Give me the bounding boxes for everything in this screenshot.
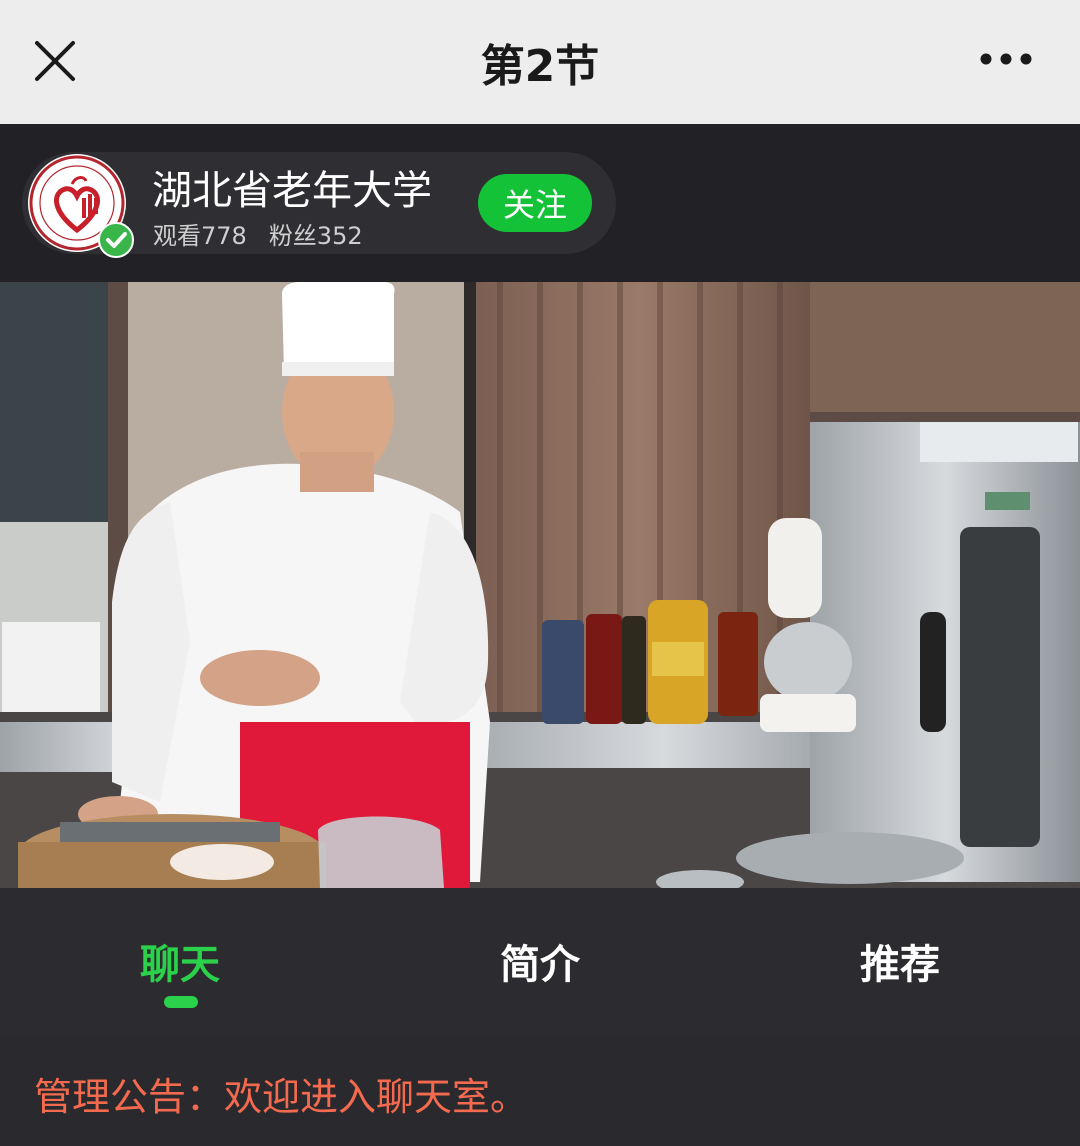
follow-button[interactable]: 关注 (478, 174, 592, 232)
view-count: 观看778 (153, 222, 247, 250)
channel-name[interactable]: 湖北省老年大学 (152, 158, 432, 216)
tab-intro[interactable]: 简介 (450, 932, 630, 990)
tab-chat[interactable]: 聊天 (90, 932, 270, 990)
fan-count: 粉丝352 (268, 222, 363, 250)
more-options-icon[interactable] (978, 44, 1034, 74)
channel-header: 湖北省老年大学 观看778 粉丝352 关注 (0, 124, 1080, 282)
tab-bar: 聊天 简介 推荐 (0, 888, 1080, 1036)
tab-recommend[interactable]: 推荐 (810, 932, 990, 990)
active-tab-indicator (164, 996, 198, 1008)
channel-stats: 观看778 粉丝352 (153, 216, 363, 251)
video-frame (0, 282, 1080, 888)
page-title: 第2节 (480, 41, 600, 92)
top-bar: 第2节 (0, 0, 1080, 124)
verified-badge-icon (98, 222, 134, 258)
channel-chip[interactable]: 湖北省老年大学 观看778 粉丝352 关注 (22, 152, 616, 258)
chat-area: 管理公告：欢迎进入聊天室。 (0, 1036, 1080, 1146)
video-player[interactable] (0, 282, 1080, 888)
close-icon[interactable] (32, 38, 78, 84)
admin-notice: 管理公告：欢迎进入聊天室。 (34, 1075, 529, 1119)
